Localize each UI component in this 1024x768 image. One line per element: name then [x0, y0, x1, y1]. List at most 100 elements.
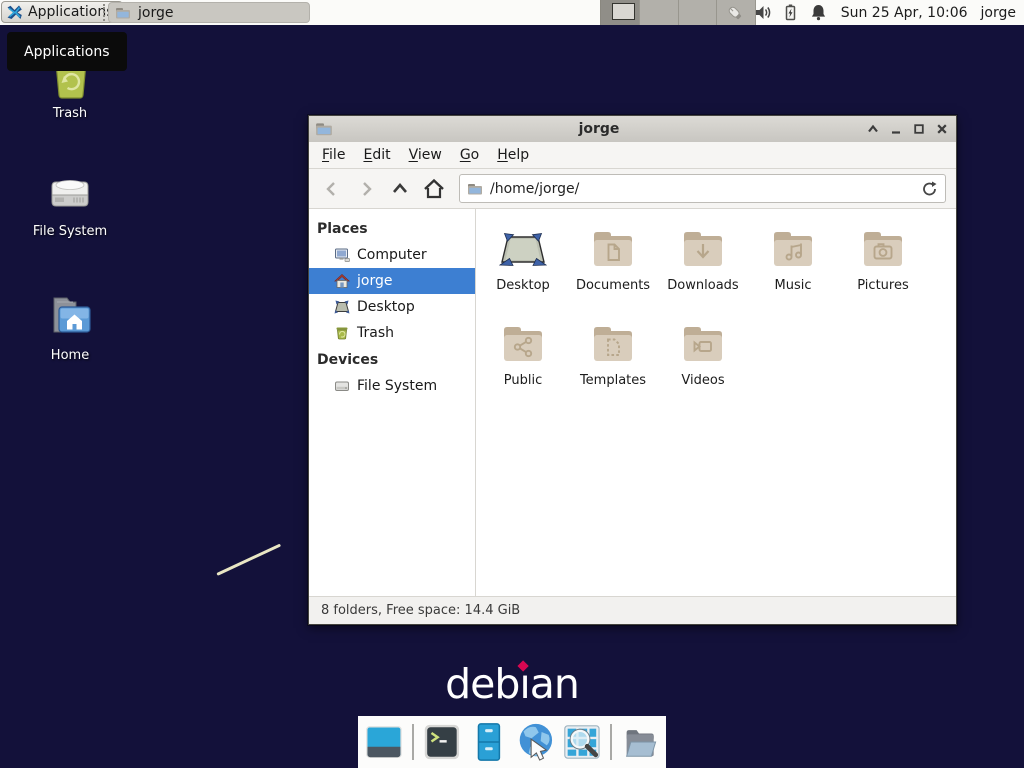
folder-item-label: Videos	[681, 373, 724, 388]
home-icon	[334, 273, 350, 289]
xfce-logo-icon	[6, 4, 23, 21]
menubar: File Edit View Go Help	[309, 142, 956, 169]
pictures-folder-icon	[859, 225, 907, 273]
desktop-icon-file-system[interactable]: File System	[22, 168, 118, 239]
forward-button[interactable]	[351, 174, 381, 204]
show-desktop-icon[interactable]	[363, 720, 405, 764]
web-browser-icon[interactable]	[514, 720, 556, 764]
debian-logo: debıan	[445, 660, 579, 708]
tasklist-handle[interactable]	[103, 4, 105, 21]
terminal-icon[interactable]	[421, 720, 463, 764]
folder-item-music[interactable]: Music	[750, 221, 836, 316]
sidebar-item-label: File System	[357, 378, 437, 394]
workspace-3[interactable]	[679, 0, 718, 25]
folder-item-label: Templates	[580, 373, 646, 388]
titlebar[interactable]: jorge	[309, 116, 956, 142]
directory-menu-icon[interactable]	[619, 720, 661, 764]
top-panel: Applications jorge	[0, 0, 1024, 25]
folder-item-desktop[interactable]: Desktop	[480, 221, 566, 316]
file-manager-icon[interactable]	[468, 720, 510, 764]
folder-icon	[115, 5, 131, 21]
path-bar[interactable]: /home/jorge/	[459, 174, 946, 203]
music-folder-icon	[769, 225, 817, 273]
desktop-icon-label: Home	[22, 348, 118, 363]
file-manager-window: jorge File Edit View Go Help	[308, 115, 957, 625]
menu-view[interactable]: View	[400, 142, 451, 168]
window-title: jorge	[333, 121, 865, 137]
up-button[interactable]	[385, 174, 415, 204]
folder-item-videos[interactable]: Videos	[660, 316, 746, 411]
close-button[interactable]	[934, 121, 950, 137]
stray-line-artifact	[216, 544, 281, 576]
sidebar: Places Computer jorge	[309, 209, 476, 596]
minimize-button[interactable]	[888, 121, 904, 137]
folder-item-pictures[interactable]: Pictures	[840, 221, 926, 316]
sidebar-item-label: jorge	[357, 273, 392, 289]
sidebar-places-header: Places	[309, 215, 475, 242]
folder-item-label: Public	[504, 373, 542, 388]
desktop-icon-label: Trash	[22, 106, 118, 121]
folder-item-label: Downloads	[667, 278, 738, 293]
system-tray	[725, 3, 828, 22]
sidebar-devices-header: Devices	[309, 346, 475, 373]
dock-separator	[610, 724, 612, 760]
computer-icon	[334, 247, 350, 263]
workspace-window-preview	[612, 3, 635, 20]
sidebar-item-computer[interactable]: Computer	[309, 242, 475, 268]
path-text[interactable]: /home/jorge/	[490, 181, 914, 197]
back-button[interactable]	[317, 174, 347, 204]
taskbar-window-button[interactable]: jorge	[108, 2, 310, 23]
folder-item-label: Desktop	[496, 278, 550, 293]
folder-item-label: Documents	[576, 278, 650, 293]
documents-folder-icon	[589, 225, 637, 273]
folder-item-templates[interactable]: Templates	[570, 316, 656, 411]
menu-go[interactable]: Go	[451, 142, 488, 168]
desktop-mini-icon	[334, 299, 350, 315]
menu-file[interactable]: File	[313, 142, 354, 168]
workspace-1[interactable]	[601, 0, 640, 25]
desktop-icon	[499, 225, 547, 273]
drive-mini-icon	[334, 378, 350, 394]
trash-mini-icon	[334, 325, 350, 341]
sidebar-item-desktop[interactable]: Desktop	[309, 294, 475, 320]
workspace-2[interactable]	[640, 0, 679, 25]
volume-icon[interactable]	[753, 3, 772, 22]
sidebar-item-trash[interactable]: Trash	[309, 320, 475, 346]
sidebar-item-label: Desktop	[357, 299, 415, 315]
sidebar-item-label: Computer	[357, 247, 427, 263]
sidebar-item-jorge[interactable]: jorge	[309, 268, 475, 294]
clock[interactable]: Sun 25 Apr, 10:06	[841, 5, 968, 21]
bottom-dock	[358, 716, 666, 768]
panel-right-section: Sun 25 Apr, 10:06 jorge	[725, 0, 1016, 25]
battery-icon[interactable]	[781, 3, 800, 22]
folder-item-label: Pictures	[857, 278, 908, 293]
home-button[interactable]	[419, 174, 449, 204]
sidebar-item-file-system[interactable]: File System	[309, 373, 475, 399]
home-folder-icon	[42, 292, 98, 344]
dock-separator	[412, 724, 414, 760]
menu-edit[interactable]: Edit	[354, 142, 399, 168]
toolbar: /home/jorge/	[309, 169, 956, 209]
folder-item-documents[interactable]: Documents	[570, 221, 656, 316]
desktop-icon-label: File System	[22, 224, 118, 239]
application-finder-icon[interactable]	[561, 720, 603, 764]
folder-item-public[interactable]: Public	[480, 316, 566, 411]
username-label[interactable]: jorge	[981, 5, 1016, 21]
reload-icon[interactable]	[921, 180, 938, 197]
desktop-icon-home[interactable]: Home	[22, 292, 118, 363]
window-folder-icon	[315, 120, 333, 138]
folder-view[interactable]: Desktop Documents Do	[476, 209, 956, 596]
status-text: 8 folders, Free space: 14.4 GiB	[321, 603, 520, 618]
sidebar-item-label: Trash	[357, 325, 394, 341]
folder-icon	[467, 181, 483, 197]
maximize-button[interactable]	[911, 121, 927, 137]
notification-bell-icon[interactable]	[809, 3, 828, 22]
public-folder-icon	[499, 320, 547, 368]
downloads-folder-icon	[679, 225, 727, 273]
folder-item-downloads[interactable]: Downloads	[660, 221, 746, 316]
applications-tooltip: Applications	[7, 32, 127, 71]
menu-help[interactable]: Help	[488, 142, 538, 168]
templates-folder-icon	[589, 320, 637, 368]
mouse-icon[interactable]	[725, 3, 744, 22]
shade-button[interactable]	[865, 121, 881, 137]
